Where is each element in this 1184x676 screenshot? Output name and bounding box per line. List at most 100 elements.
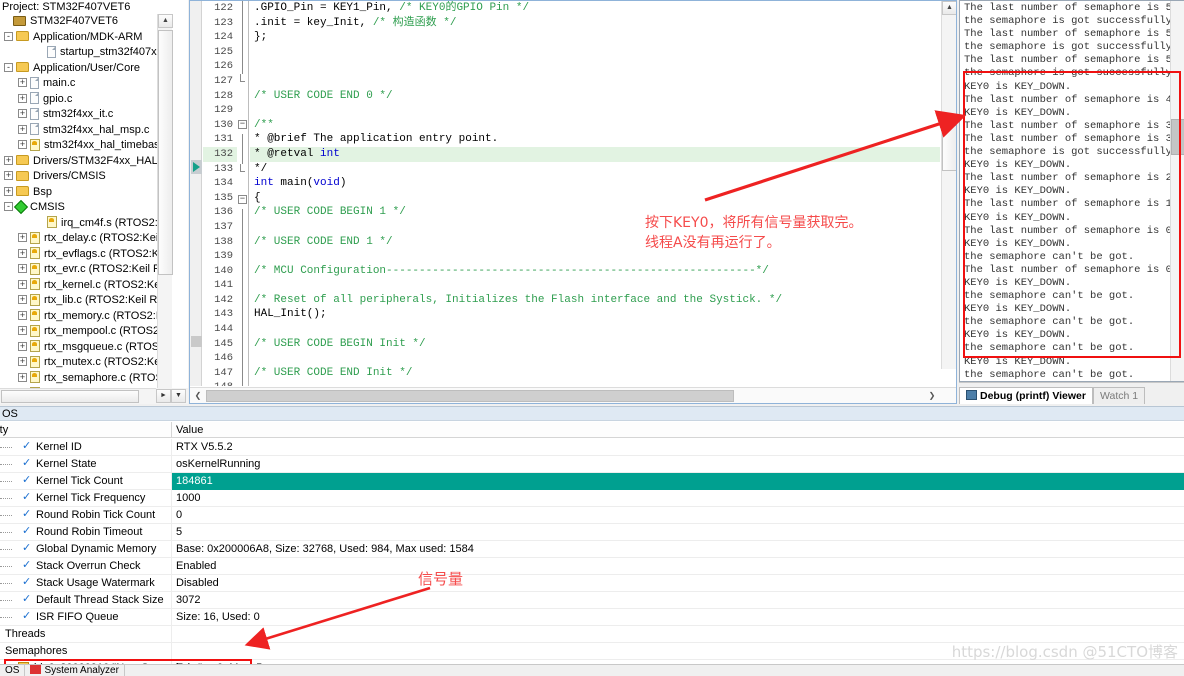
- tree-item[interactable]: + Drivers/STM32F4xx_HAL_Driver: [0, 154, 172, 170]
- expand-icon[interactable]: +: [4, 171, 13, 181]
- bottom-tab-os[interactable]: OS: [0, 665, 26, 676]
- tree-item[interactable]: - Application/MDK-ARM: [0, 30, 172, 46]
- hscroll-thumb[interactable]: [1, 390, 139, 403]
- scroll-up-icon[interactable]: ▲: [942, 1, 956, 15]
- tree-item[interactable]: + rtx_evflags.c (RTOS2:Keil RTX5): [0, 247, 172, 263]
- tree-item[interactable]: + Drivers/CMSIS: [0, 169, 172, 185]
- expand-icon[interactable]: +: [4, 155, 13, 165]
- tree-item[interactable]: + Bsp: [0, 185, 172, 201]
- expand-icon[interactable]: +: [18, 372, 27, 382]
- expand-icon[interactable]: +: [18, 140, 27, 150]
- code-line[interactable]: [250, 249, 940, 264]
- code-line[interactable]: {: [250, 191, 940, 206]
- project-tree-vscrollbar[interactable]: ▲: [157, 14, 173, 388]
- project-tree[interactable]: STM32F407VET6 - Application/MDK-ARM startup…: [0, 14, 172, 388]
- tree-item[interactable]: + gpio.c: [0, 92, 172, 108]
- tree-item[interactable]: + rtx_mutex.c (RTOS2:Keil RTX5): [0, 355, 172, 371]
- code-line[interactable]: /**: [250, 118, 940, 133]
- code-line[interactable]: /* MCU Configuration--------------------…: [250, 264, 940, 279]
- vscroll-thumb[interactable]: [1171, 119, 1184, 155]
- expand-icon[interactable]: +: [18, 264, 27, 274]
- code-folding-gutter[interactable]: − −: [237, 1, 249, 386]
- tree-item[interactable]: - CMSIS: [0, 199, 172, 216]
- collapse-icon[interactable]: -: [4, 202, 13, 212]
- code-line[interactable]: [250, 59, 940, 74]
- code-line[interactable]: [250, 103, 940, 118]
- editor-hscrollbar[interactable]: ❮ ❯: [190, 387, 956, 403]
- editor-vscrollbar[interactable]: ▲: [941, 1, 956, 369]
- scroll-right-icon[interactable]: ❯: [925, 389, 939, 403]
- tree-item[interactable]: + rtx_delay.c (RTOS2:Keil RTX5): [0, 231, 172, 247]
- vscroll-thumb[interactable]: [942, 125, 956, 171]
- tree-item[interactable]: + rtx_semaphore.c (RTOS2:Keil RT: [0, 371, 172, 387]
- code-line[interactable]: HAL_Init();: [250, 307, 940, 322]
- code-line[interactable]: [250, 278, 940, 293]
- code-line[interactable]: .GPIO_Pin = KEY1_Pin, /* KEY0的GPIO Pin *…: [250, 1, 940, 16]
- expand-icon[interactable]: +: [18, 124, 27, 134]
- code-line[interactable]: /* USER CODE END Init */: [250, 366, 940, 381]
- tab-debug-printf-viewer[interactable]: Debug (printf) Viewer: [959, 387, 1093, 404]
- tree-item[interactable]: + rtx_kernel.c (RTOS2:Keil RTX5): [0, 278, 172, 294]
- code-line[interactable]: /* USER CODE BEGIN 1 */: [250, 205, 940, 220]
- code-line[interactable]: int main(void): [250, 176, 940, 191]
- code-line[interactable]: [250, 74, 940, 89]
- tree-item[interactable]: + stm32f4xx_hal_msp.c: [0, 123, 172, 139]
- code-text-area[interactable]: .GPIO_Pin = KEY1_Pin, /* KEY0的GPIO Pin *…: [250, 1, 940, 386]
- collapse-icon[interactable]: -: [4, 62, 13, 72]
- project-tree-hscrollbar[interactable]: [0, 388, 172, 404]
- expand-icon[interactable]: +: [18, 295, 27, 305]
- tree-item[interactable]: + rtx_msgqueue.c (RTOS2:Keil RTX: [0, 340, 172, 356]
- code-line[interactable]: /* USER CODE BEGIN Init */: [250, 337, 940, 352]
- rtos-rows[interactable]: ✓ Kernel ID RTX V5.5.2 ✓ Kernel State osKerne…: [0, 439, 1184, 676]
- rtos-property-row[interactable]: ✓ Stack Usage Watermark Disabled: [0, 575, 1184, 592]
- rtos-property-row[interactable]: ✓ Default Thread Stack Size 3072: [0, 592, 1184, 609]
- scroll-right-icon[interactable]: ►: [156, 389, 171, 403]
- rtos-property-row[interactable]: ✓ Kernel Tick Frequency 1000: [0, 490, 1184, 507]
- expand-icon[interactable]: +: [18, 341, 27, 351]
- code-line[interactable]: [250, 220, 940, 235]
- tree-item[interactable]: + stm32f4xx_it.c: [0, 107, 172, 123]
- rtos-property-row[interactable]: ✓ Round Robin Timeout 5: [0, 524, 1184, 541]
- expand-icon[interactable]: +: [18, 93, 27, 103]
- tree-item[interactable]: startup_stm32f407xx.s: [0, 45, 172, 61]
- hscroll-thumb[interactable]: [206, 390, 734, 402]
- code-line[interactable]: /* USER CODE END 0 */: [250, 89, 940, 104]
- expand-icon[interactable]: +: [18, 326, 27, 336]
- rtos-property-row[interactable]: ✓ Kernel State osKernelRunning: [0, 456, 1184, 473]
- code-line[interactable]: .init = key_Init, /* 构造函数 */: [250, 16, 940, 31]
- code-line[interactable]: [250, 322, 940, 337]
- code-line[interactable]: */: [250, 162, 940, 177]
- code-editor[interactable]: 122 123 124 125 126 127 128 129 130 131 132 133 134 1…: [189, 0, 957, 404]
- bottom-tab-strip[interactable]: OS System Analyzer: [0, 664, 1184, 676]
- expand-icon[interactable]: +: [18, 233, 27, 243]
- rtos-property-row[interactable]: ✓ Stack Overrun Check Enabled: [0, 558, 1184, 575]
- tree-item[interactable]: + rtx_memory.c (RTOS2:Keil RTX5): [0, 309, 172, 325]
- tab-watch-1[interactable]: Watch 1: [1092, 387, 1146, 404]
- fold-marker[interactable]: −: [237, 119, 248, 135]
- expand-icon[interactable]: +: [18, 310, 27, 320]
- scroll-left-icon[interactable]: ❮: [191, 389, 205, 403]
- expand-icon[interactable]: +: [18, 78, 27, 88]
- rtos-property-row[interactable]: ✓ ISR FIFO Queue Size: 16, Used: 0: [0, 609, 1184, 626]
- debug-output-body[interactable]: The last number of semaphore is 5. the se…: [959, 0, 1184, 382]
- code-line[interactable]: /* Reset of all peripherals, Initializes…: [250, 293, 940, 308]
- rtos-property-row[interactable]: ✓ Kernel Tick Count 184861: [0, 473, 1184, 490]
- expand-icon[interactable]: +: [18, 279, 27, 289]
- code-line[interactable]: };: [250, 30, 940, 45]
- code-line[interactable]: /* USER CODE END 1 */: [250, 235, 940, 250]
- code-line[interactable]: [250, 45, 940, 60]
- expand-icon[interactable]: +: [18, 357, 27, 367]
- collapse-icon[interactable]: -: [4, 31, 13, 41]
- code-editor-body[interactable]: 122 123 124 125 126 127 128 129 130 131 132 133 134 1…: [190, 1, 956, 386]
- chevron-down-icon[interactable]: ▼: [171, 389, 186, 403]
- code-line[interactable]: [250, 351, 940, 366]
- tree-item[interactable]: + rtx_lib.c (RTOS2:Keil RTX5): [0, 293, 172, 309]
- rtos-property-row[interactable]: ✓ Kernel ID RTX V5.5.2: [0, 439, 1184, 456]
- breakpoint-margin[interactable]: [190, 1, 202, 386]
- expand-icon[interactable]: +: [18, 109, 27, 119]
- tree-item[interactable]: + main.c: [0, 76, 172, 92]
- rtos-property-row[interactable]: ✓ Round Robin Tick Count 0: [0, 507, 1184, 524]
- code-line[interactable]: * @brief The application entry point.: [250, 132, 940, 147]
- tree-item[interactable]: irq_cm4f.s (RTOS2:Keil RTX5): [0, 216, 172, 232]
- rtos-property-row[interactable]: Threads: [0, 626, 1184, 643]
